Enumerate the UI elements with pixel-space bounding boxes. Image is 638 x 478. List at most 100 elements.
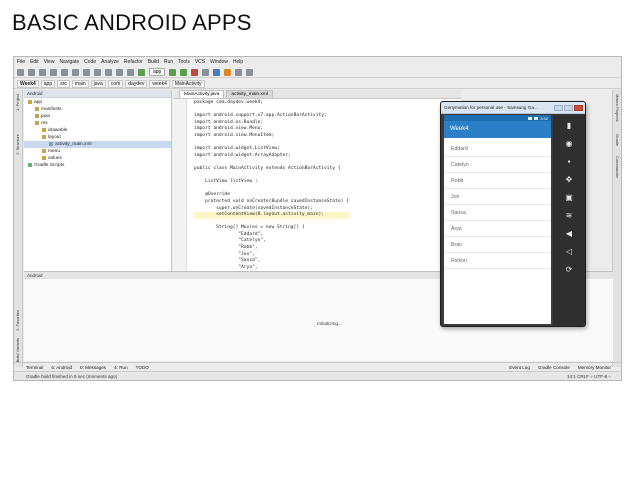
- menu-build[interactable]: Build: [148, 59, 159, 65]
- menu-view[interactable]: View: [44, 59, 55, 65]
- code-line[interactable]: ListView listView ;: [194, 179, 349, 186]
- tree-item[interactable]: app: [24, 99, 171, 106]
- menu-help[interactable]: Help: [233, 59, 243, 65]
- project-tool-tab[interactable]: 1: Project: [15, 94, 20, 111]
- tree-item[interactable]: menu: [24, 148, 171, 155]
- run-icon[interactable]: [169, 68, 177, 76]
- gps-icon[interactable]: ◉: [564, 139, 574, 149]
- gradle-console-tab[interactable]: Gradle Console: [538, 365, 570, 370]
- favorites-tool-tab[interactable]: 2: Favorites: [15, 310, 20, 331]
- volume-up-icon[interactable]: ◀: [564, 229, 574, 239]
- breadcrumb-java[interactable]: java: [90, 79, 106, 88]
- menu-code[interactable]: Code: [84, 59, 96, 65]
- breadcrumb-week4-package[interactable]: week4: [149, 79, 170, 88]
- find-icon[interactable]: [105, 68, 112, 76]
- project-view-select[interactable]: Android: [27, 90, 43, 97]
- code-line[interactable]: import android.widget.ArrayAdapter;: [194, 153, 349, 160]
- code-editor[interactable]: MainActivity.java activity_main.xml pack…: [173, 90, 461, 271]
- terminal-tab[interactable]: Terminal: [26, 365, 43, 370]
- emulator-titlebar[interactable]: Genymotion for personal use - Samsung Ga…: [441, 102, 585, 114]
- code-line[interactable]: import android.view.Menu;: [194, 126, 349, 133]
- breadcrumb-daydev[interactable]: daydev: [125, 79, 148, 88]
- list-item[interactable]: Bran: [444, 237, 551, 253]
- code-line[interactable]: public class MainActivity extends Action…: [194, 166, 349, 173]
- breadcrumb-main[interactable]: main: [71, 79, 89, 88]
- maven-projects-tool-tab[interactable]: Maven Projects: [615, 94, 620, 122]
- settings-icon[interactable]: [235, 68, 243, 76]
- open-folder-icon[interactable]: [17, 68, 24, 76]
- code-line[interactable]: package com.daydev.week4;: [194, 100, 349, 107]
- memory-monitor-tab[interactable]: Memory Monitor: [578, 365, 611, 370]
- list-item[interactable]: Rickon: [444, 253, 551, 269]
- battery-icon[interactable]: ▮: [564, 121, 574, 131]
- forward-icon[interactable]: [127, 68, 134, 76]
- save-icon[interactable]: [28, 68, 35, 76]
- back-icon[interactable]: [116, 68, 123, 76]
- tree-item[interactable]: activity_main.xml: [24, 141, 171, 148]
- breadcrumb-mainactivity[interactable]: MainActivity: [171, 79, 205, 88]
- move-icon[interactable]: ✥: [564, 175, 574, 185]
- menu-window[interactable]: Window: [210, 59, 228, 65]
- tree-item[interactable]: drawable: [24, 127, 171, 134]
- structure-tool-tab[interactable]: 2: Structure: [15, 134, 20, 155]
- redo-icon[interactable]: [61, 68, 68, 76]
- code-line[interactable]: import android.view.MenuItem;: [194, 133, 349, 140]
- tree-item[interactable]: values: [24, 155, 171, 162]
- android-tab[interactable]: 6: Android: [51, 365, 72, 370]
- code-line[interactable]: setContentView(R.layout.activity_main);: [194, 212, 349, 219]
- commander-tool-tab[interactable]: Commander: [615, 156, 620, 178]
- menu-navigate[interactable]: Navigate: [59, 59, 79, 65]
- stop-icon[interactable]: [191, 68, 199, 76]
- menu-file[interactable]: File: [17, 59, 25, 65]
- tab-activity-main-xml[interactable]: activity_main.xml: [226, 90, 273, 98]
- cursor-position[interactable]: 14:1 CRLF ÷ UTF-8 ÷: [567, 374, 621, 379]
- code-line[interactable]: "Robb",: [194, 245, 349, 252]
- menu-run[interactable]: Run: [164, 59, 173, 65]
- breadcrumb-app[interactable]: app: [40, 79, 56, 88]
- rss-icon[interactable]: ≋: [564, 211, 574, 221]
- list-item[interactable]: Catelyn: [444, 157, 551, 173]
- menu-vcs[interactable]: VCS: [195, 59, 205, 65]
- breadcrumb-src[interactable]: src: [57, 79, 70, 88]
- copy-icon[interactable]: [83, 68, 90, 76]
- code-area[interactable]: package com.daydev.week4; import android.…: [194, 100, 349, 271]
- build-variants-tool-tab[interactable]: Build Variants: [15, 338, 20, 362]
- code-line[interactable]: [194, 159, 349, 166]
- cut-icon[interactable]: [72, 68, 79, 76]
- list-item[interactable]: Sansa: [444, 205, 551, 221]
- menu-tools[interactable]: Tools: [178, 59, 190, 65]
- close-button[interactable]: [574, 104, 583, 111]
- code-line[interactable]: "Sansa",: [194, 258, 349, 265]
- maximize-button[interactable]: [564, 104, 573, 111]
- tree-item[interactable]: Gradle Scripts: [24, 162, 171, 169]
- avd-manager-icon[interactable]: [202, 68, 210, 76]
- list-item[interactable]: Eddard: [444, 141, 551, 157]
- code-line[interactable]: protected void onCreate(Bundle savedInst…: [194, 199, 349, 206]
- minimize-button[interactable]: [554, 104, 563, 111]
- list-item[interactable]: Robb: [444, 173, 551, 189]
- sync-icon[interactable]: [39, 68, 46, 76]
- tree-item[interactable]: java: [24, 113, 171, 120]
- code-line[interactable]: String[] Movies = new String[] {: [194, 225, 349, 232]
- phone-screen[interactable]: 3:32 Week4 Eddard Catelyn Robb Jon Sansa Arya…: [444, 115, 551, 324]
- menu-refactor[interactable]: Refactor: [124, 59, 143, 65]
- tree-item[interactable]: manifests: [24, 106, 171, 113]
- volume-down-icon[interactable]: ◁: [564, 247, 574, 257]
- camera-icon[interactable]: ▪: [564, 157, 574, 167]
- make-project-icon[interactable]: [138, 68, 145, 76]
- menu-analyze[interactable]: Analyze: [101, 59, 119, 65]
- code-line[interactable]: @Override: [194, 192, 349, 199]
- event-log-tab[interactable]: Event Log: [509, 365, 530, 370]
- undo-icon[interactable]: [50, 68, 57, 76]
- android-monitor-icon[interactable]: [224, 68, 232, 76]
- gradle-tool-tab[interactable]: Gradle: [615, 134, 620, 146]
- help-icon[interactable]: [246, 68, 254, 76]
- tree-item[interactable]: layout: [24, 134, 171, 141]
- sdk-manager-icon[interactable]: [213, 68, 221, 76]
- debug-icon[interactable]: [180, 68, 188, 76]
- id-icon[interactable]: ▣: [564, 193, 574, 203]
- tab-mainactivity-java[interactable]: MainActivity.java: [179, 90, 225, 98]
- run-config-select[interactable]: app: [149, 68, 166, 76]
- list-item[interactable]: Arya: [444, 221, 551, 237]
- breadcrumb-com[interactable]: com: [107, 79, 124, 88]
